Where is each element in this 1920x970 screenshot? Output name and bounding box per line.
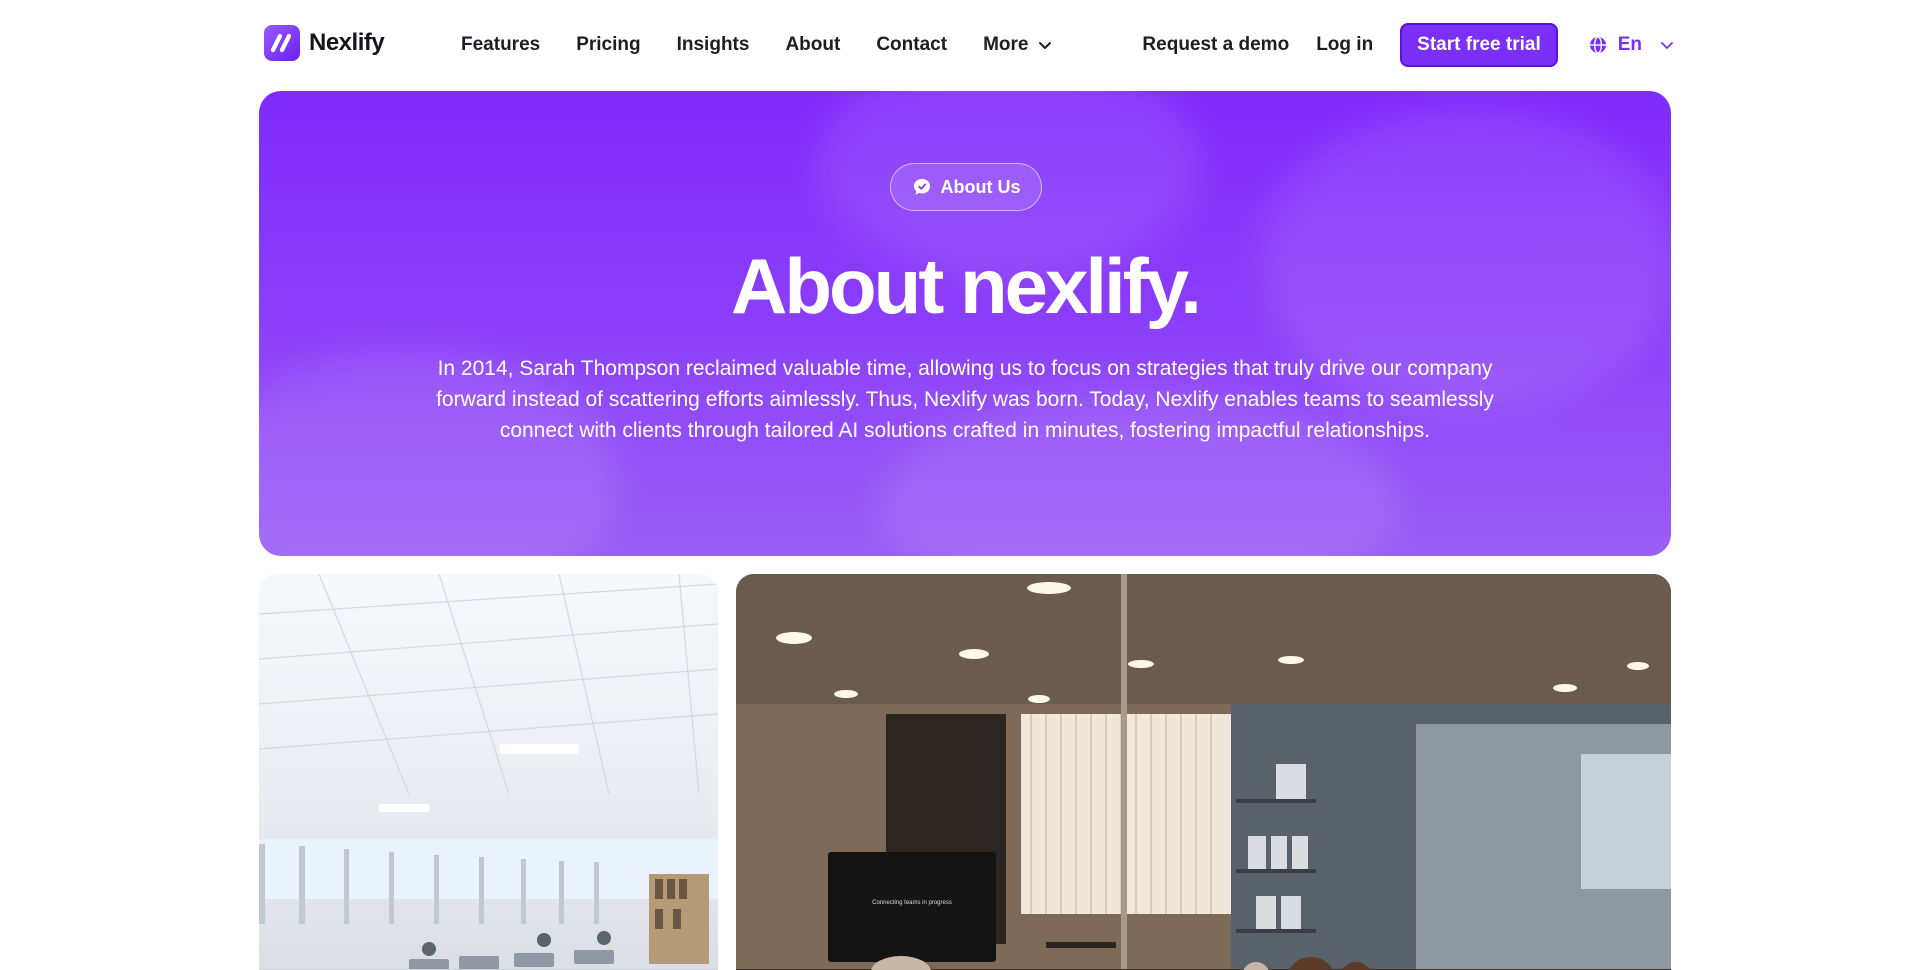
login-link[interactable]: Log in	[1316, 34, 1373, 56]
chat-bubble-icon	[913, 179, 930, 195]
start-free-trial-button[interactable]: Start free trial	[1400, 23, 1558, 67]
office-photo-meeting-room: Connecting teams in progress	[736, 574, 1671, 970]
about-us-badge: About Us	[890, 163, 1042, 211]
office-photo-open-space	[259, 574, 718, 970]
nav-features[interactable]: Features	[461, 34, 540, 56]
language-selector[interactable]: En	[1588, 34, 1674, 56]
office-illustration	[259, 574, 718, 970]
brand-name: Nexlify	[309, 29, 385, 56]
language-label: En	[1617, 34, 1642, 55]
chevron-down-icon	[1661, 41, 1673, 49]
request-demo-link[interactable]: Request a demo	[1142, 34, 1289, 56]
chevron-down-icon	[1039, 41, 1052, 49]
globe-icon	[1589, 36, 1606, 54]
hero-content: About Us About nexlify. In 2014, Sarah T…	[259, 91, 1671, 556]
hero-description: In 2014, Sarah Thompson reclaimed valuab…	[436, 357, 1494, 442]
meeting-room-illustration: Connecting teams in progress	[736, 574, 1671, 970]
nav-about[interactable]: About	[785, 34, 840, 56]
main-nav: Features Pricing Insights About Contact …	[461, 30, 1052, 60]
nav-more-dropdown[interactable]: More	[983, 34, 1052, 56]
nexlify-logo-icon	[264, 25, 300, 61]
nav-contact[interactable]: Contact	[876, 34, 947, 56]
site-header: Nexlify Features Pricing Insights About …	[0, 0, 1920, 90]
about-hero: About Us About nexlify. In 2014, Sarah T…	[259, 91, 1671, 556]
nav-insights[interactable]: Insights	[677, 34, 750, 56]
header-actions: Request a demo Log in Start free trial E…	[1142, 23, 1674, 67]
nav-pricing[interactable]: Pricing	[576, 34, 640, 56]
badge-label: About Us	[940, 176, 1021, 197]
nav-more-label: More	[983, 34, 1029, 55]
tv-screen-text: Connecting teams in progress	[872, 900, 952, 906]
brand-logo[interactable]: Nexlify	[264, 24, 385, 62]
page-title: About nexlify.	[731, 242, 1202, 330]
